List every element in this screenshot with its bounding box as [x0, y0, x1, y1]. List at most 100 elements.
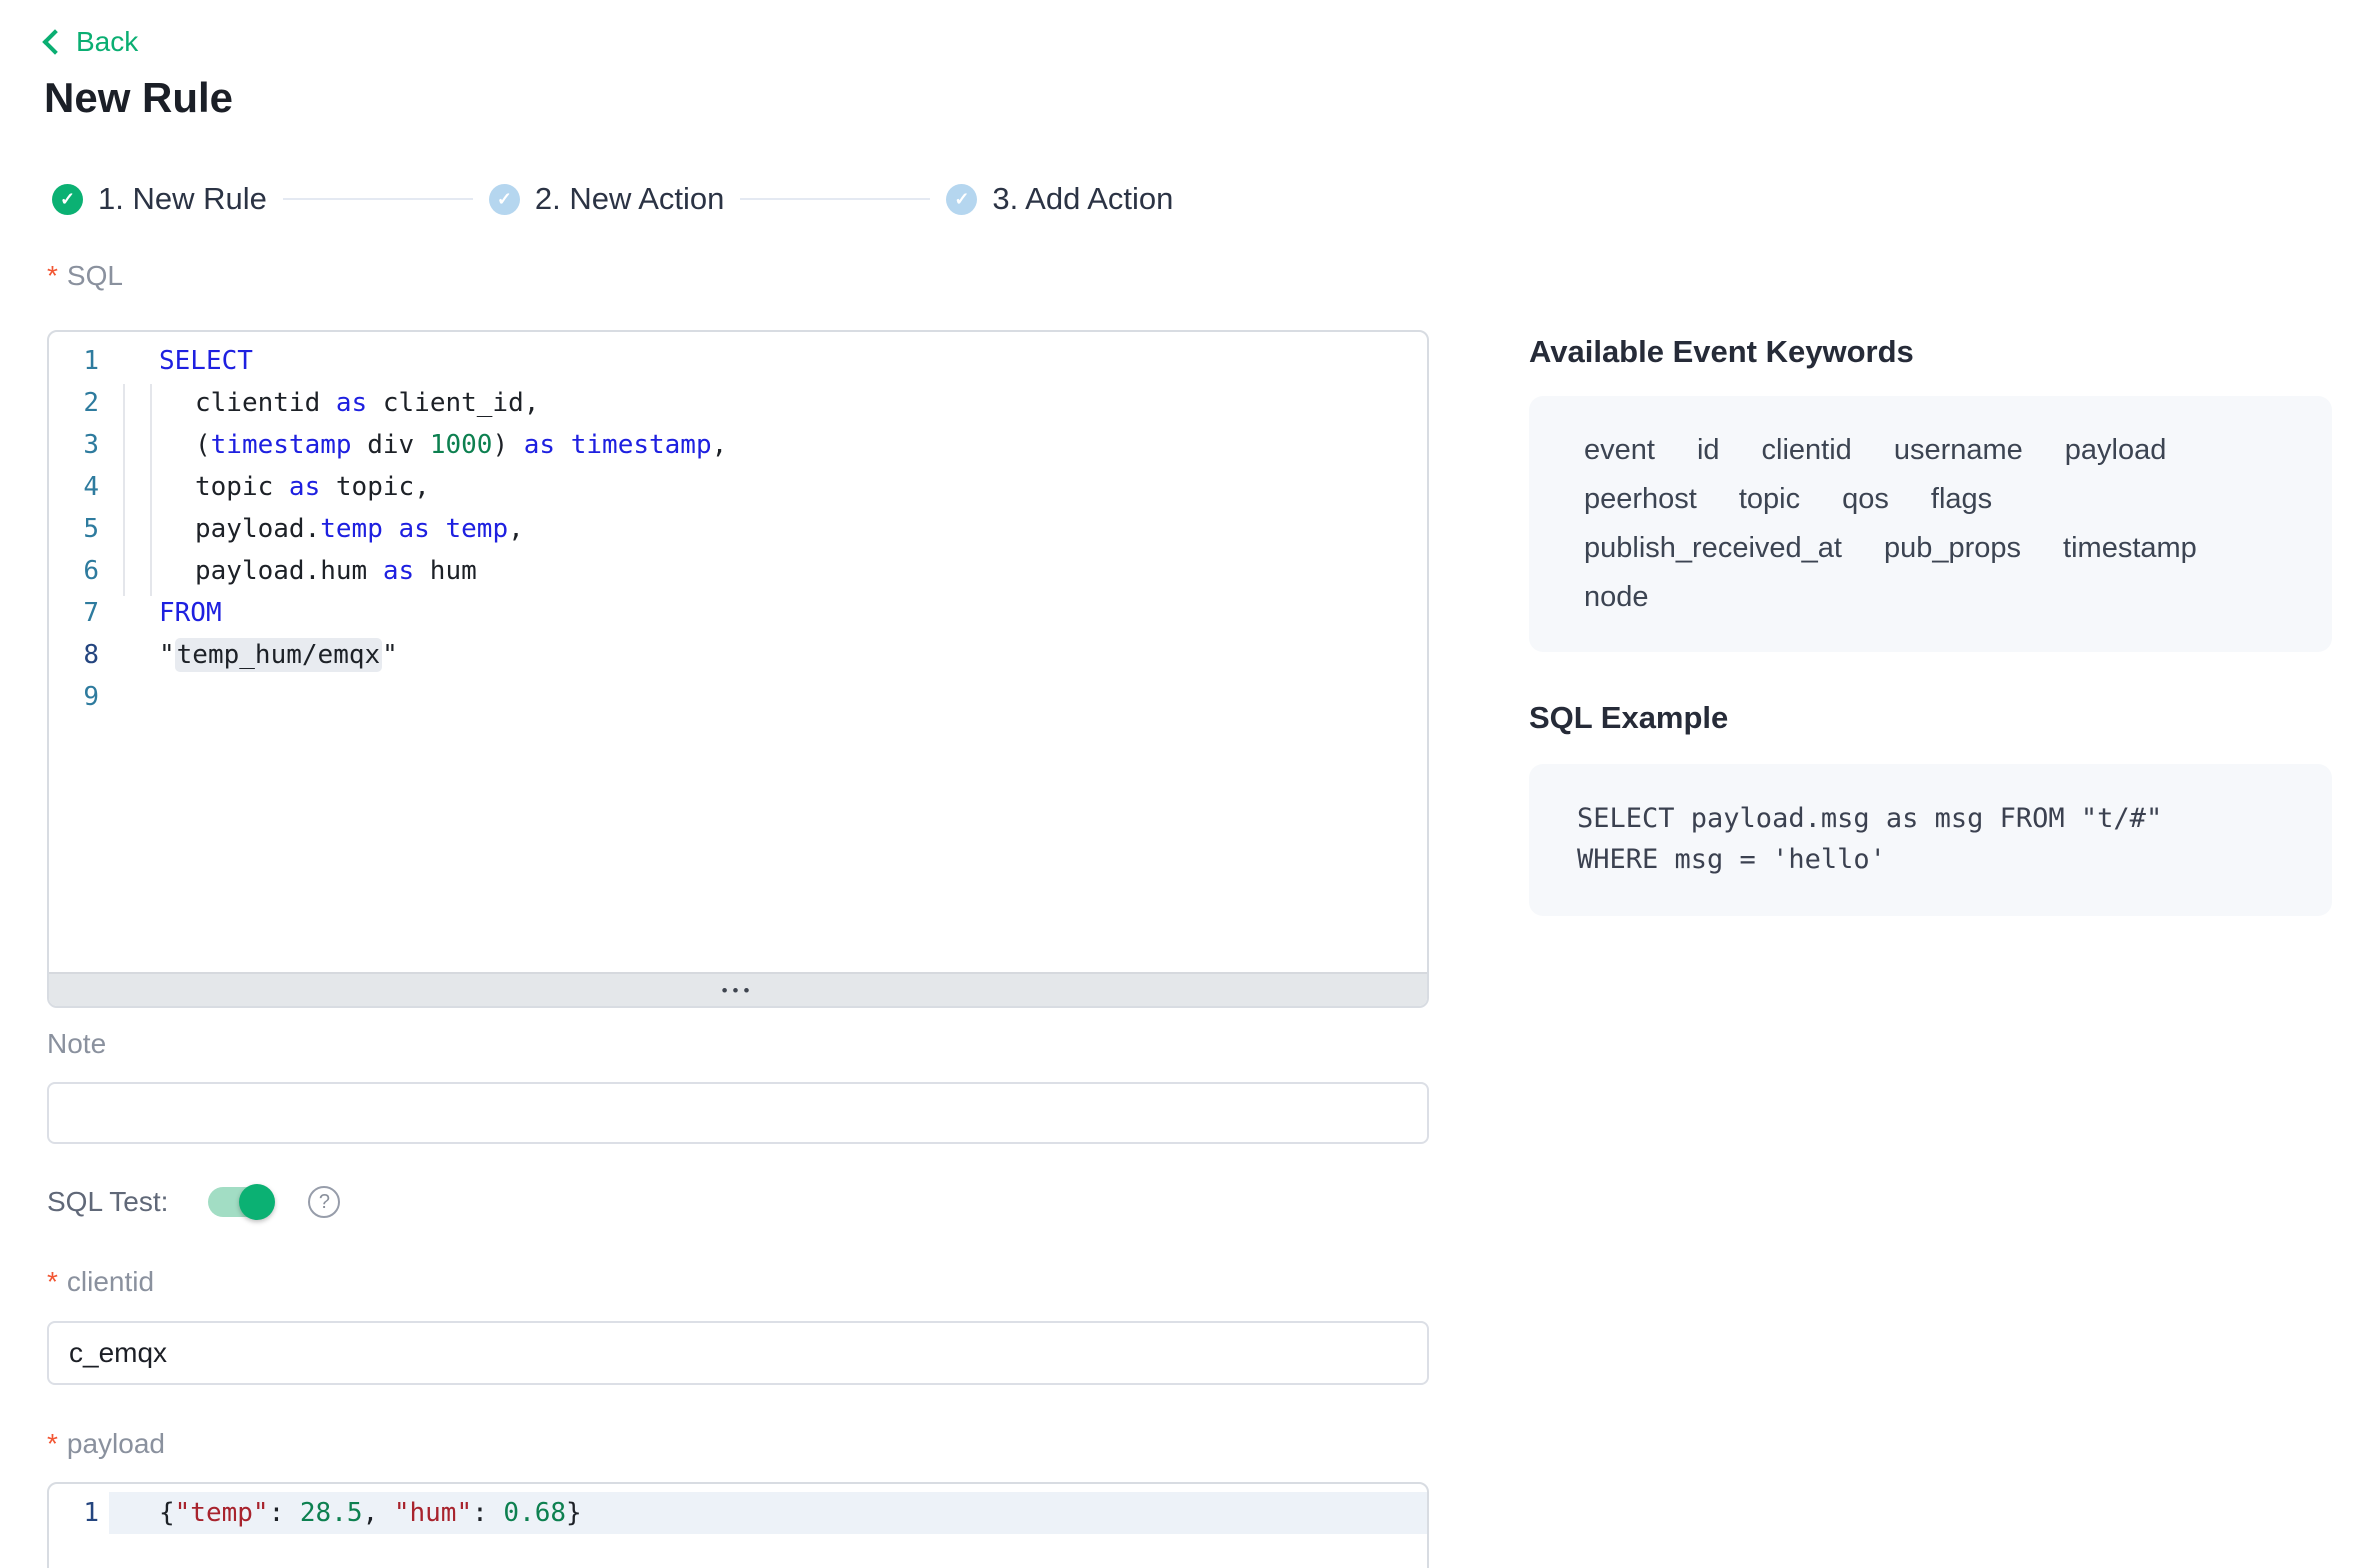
stepper: ✓1. New Rule✓2. New Action✓3. Add Action — [52, 182, 1173, 216]
indent-guide — [123, 384, 125, 596]
code-token: : — [269, 1498, 300, 1528]
clientid-field-label: * clientid — [47, 1266, 154, 1298]
step-check-icon: ✓ — [489, 184, 520, 215]
step-2[interactable]: ✓2. New Action — [489, 181, 725, 217]
step-label: 3. Add Action — [992, 181, 1173, 217]
code-token: 1000 — [430, 430, 493, 460]
line-number: 6 — [49, 550, 109, 592]
keyword-item[interactable]: node — [1584, 573, 1649, 622]
keyword-item[interactable]: publish_received_at — [1584, 524, 1842, 573]
keyword-item[interactable]: topic — [1739, 475, 1800, 524]
sql-test-toggle[interactable] — [208, 1187, 272, 1217]
help-icon[interactable]: ? — [308, 1186, 340, 1218]
code-token: div — [352, 430, 430, 460]
step-connector — [740, 198, 930, 200]
page-title: New Rule — [44, 74, 233, 122]
code-token: , — [508, 514, 524, 544]
line-number: 1 — [49, 340, 109, 382]
line-code: "temp_hum/emqx" — [109, 634, 1427, 676]
editor-line: 9 — [49, 676, 1427, 718]
editor-line: 7 FROM — [49, 592, 1427, 634]
sql-example-line: SELECT payload.msg as msg FROM "t/#" — [1577, 798, 2284, 839]
toggle-knob-icon — [239, 1184, 275, 1220]
code-token: { — [159, 1498, 175, 1528]
code-token: temp — [320, 514, 383, 544]
sql-editor-resize-handle[interactable]: ••• — [49, 972, 1427, 1006]
code-token: } — [566, 1498, 582, 1528]
code-token: client_id, — [367, 388, 539, 418]
code-token: timestamp — [571, 430, 712, 460]
step-connector — [283, 198, 473, 200]
keyword-item[interactable]: peerhost — [1584, 475, 1697, 524]
code-token: as — [524, 430, 555, 460]
resize-dots-icon: ••• — [722, 982, 755, 999]
editor-line: 8"temp_hum/emqx" — [49, 634, 1427, 676]
sql-example-line: WHERE msg = 'hello' — [1577, 839, 2284, 880]
code-token: topic — [195, 472, 289, 502]
keyword-item[interactable]: qos — [1842, 475, 1889, 524]
keyword-item[interactable]: id — [1697, 426, 1720, 475]
payload-editor[interactable]: 1{"temp": 28.5, "hum": 0.68} — [47, 1482, 1429, 1568]
code-token: as — [289, 472, 320, 502]
code-token: " — [159, 640, 175, 670]
keyword-item[interactable]: timestamp — [2063, 524, 2197, 573]
step-label: 1. New Rule — [98, 181, 267, 217]
payload-field-label: * payload — [47, 1428, 165, 1460]
code-token: as — [399, 514, 430, 544]
step-check-icon: ✓ — [946, 184, 977, 215]
sql-example-card: SELECT payload.msg as msg FROM "t/#"WHER… — [1529, 764, 2332, 916]
code-token: FROM — [159, 598, 222, 628]
code-token: ( — [195, 430, 211, 460]
keyword-item[interactable]: event — [1584, 426, 1655, 475]
editor-line: 1{"temp": 28.5, "hum": 0.68} — [49, 1492, 1427, 1534]
payload-editor-lines[interactable]: 1{"temp": 28.5, "hum": 0.68} — [49, 1484, 1427, 1568]
sql-editor-lines[interactable]: 1SELECT2clientid as client_id,3(timestam… — [49, 332, 1427, 972]
line-code: clientid as client_id, — [109, 382, 1427, 424]
note-label-text: Note — [47, 1028, 106, 1060]
note-field-label: Note — [47, 1028, 106, 1060]
line-number: 9 — [49, 676, 109, 718]
editor-line: 4 topic as topic, — [49, 466, 1427, 508]
keyword-item[interactable]: pub_props — [1884, 524, 2021, 573]
code-token: , — [712, 430, 728, 460]
line-code — [109, 676, 1427, 718]
sql-label-text: SQL — [67, 260, 123, 292]
code-token: 28.5 — [300, 1498, 363, 1528]
required-marker: * — [47, 1428, 58, 1460]
code-token: hum — [414, 556, 477, 586]
step-1[interactable]: ✓1. New Rule — [52, 181, 267, 217]
keyword-item[interactable]: flags — [1931, 475, 1992, 524]
note-input[interactable] — [47, 1082, 1429, 1144]
line-number: 5 — [49, 508, 109, 550]
line-number: 8 — [49, 634, 109, 676]
line-number: 2 — [49, 382, 109, 424]
line-number: 7 — [49, 592, 109, 634]
code-token: as — [336, 388, 367, 418]
back-link[interactable]: Back — [46, 26, 138, 58]
sql-test-label: SQL Test: — [47, 1186, 168, 1218]
line-number: 1 — [49, 1492, 109, 1534]
keyword-item[interactable]: clientid — [1762, 426, 1852, 475]
keyword-item[interactable]: payload — [2065, 426, 2167, 475]
clientid-input[interactable] — [47, 1321, 1429, 1385]
keywords-card: eventid clientid username payload peerhost to… — [1529, 396, 2332, 652]
sql-editor[interactable]: 1SELECT2clientid as client_id,3(timestam… — [47, 330, 1429, 1008]
step-3[interactable]: ✓ 3. Add Action — [946, 181, 1173, 217]
code-token: , — [363, 1498, 394, 1528]
back-chevron-icon — [42, 29, 67, 54]
code-token: ) — [492, 430, 523, 460]
code-token: " — [382, 640, 398, 670]
required-marker: * — [47, 260, 58, 292]
line-code: FROM — [109, 592, 1427, 634]
keywords-title: Available Event Keywords — [1529, 334, 1914, 370]
required-marker: * — [47, 1266, 58, 1298]
line-code: payload.hum as hum — [109, 550, 1427, 592]
line-number: 4 — [49, 466, 109, 508]
code-token: as — [383, 556, 414, 586]
code-token — [383, 514, 399, 544]
code-token: 0.68 — [503, 1498, 566, 1528]
keyword-item[interactable]: username — [1894, 426, 2023, 475]
code-token: topic, — [320, 472, 430, 502]
code-token: temp — [445, 514, 508, 544]
line-code: {"temp": 28.5, "hum": 0.68} — [109, 1492, 1427, 1534]
